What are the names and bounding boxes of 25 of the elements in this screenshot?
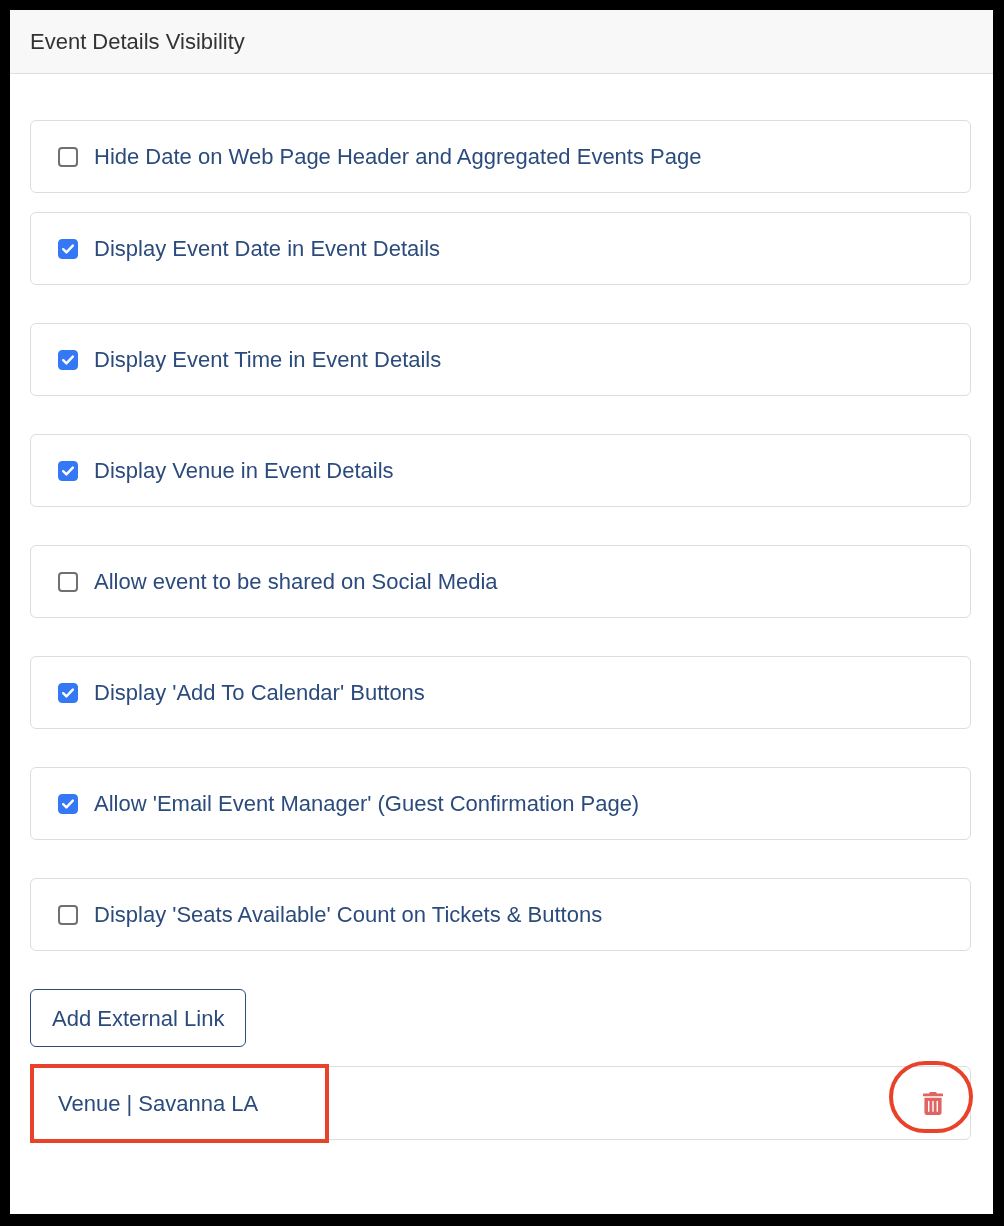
checkmark-icon bbox=[62, 354, 74, 365]
add-external-link-button[interactable]: Add External Link bbox=[30, 989, 247, 1047]
trash-icon[interactable] bbox=[923, 1091, 943, 1115]
option-label[interactable]: Display 'Add To Calendar' Buttons bbox=[94, 676, 425, 709]
checkbox[interactable] bbox=[58, 571, 78, 592]
checkbox[interactable] bbox=[58, 682, 78, 703]
option-label[interactable]: Display Event Time in Event Details bbox=[94, 343, 442, 376]
checkbox[interactable] bbox=[58, 904, 78, 925]
option-label[interactable]: Display 'Seats Available' Count on Tickets & Buttons bbox=[94, 898, 603, 931]
external-link-label[interactable]: Venue | Savanna LA bbox=[58, 1086, 259, 1120]
option-label[interactable]: Hide Date on Web Page Header and Aggregated Events Page bbox=[94, 140, 702, 173]
checkbox[interactable] bbox=[58, 238, 78, 259]
checkmark-icon bbox=[62, 465, 74, 476]
panel-title: Event Details Visibility bbox=[30, 28, 245, 56]
checkbox[interactable] bbox=[58, 349, 78, 370]
checkmark-icon bbox=[62, 798, 74, 809]
checkmark-icon bbox=[62, 243, 74, 254]
checkmark-icon bbox=[62, 687, 74, 698]
checkbox[interactable] bbox=[58, 146, 78, 167]
option-label[interactable]: Allow 'Email Event Manager' (Guest Confirmation Page) bbox=[94, 787, 640, 820]
checkbox[interactable] bbox=[58, 793, 78, 814]
option-label[interactable]: Display Venue in Event Details bbox=[94, 454, 394, 487]
option-label[interactable]: Allow event to be shared on Social Media bbox=[94, 565, 498, 598]
option-label[interactable]: Display Event Date in Event Details bbox=[94, 232, 441, 265]
checkbox[interactable] bbox=[58, 460, 78, 481]
